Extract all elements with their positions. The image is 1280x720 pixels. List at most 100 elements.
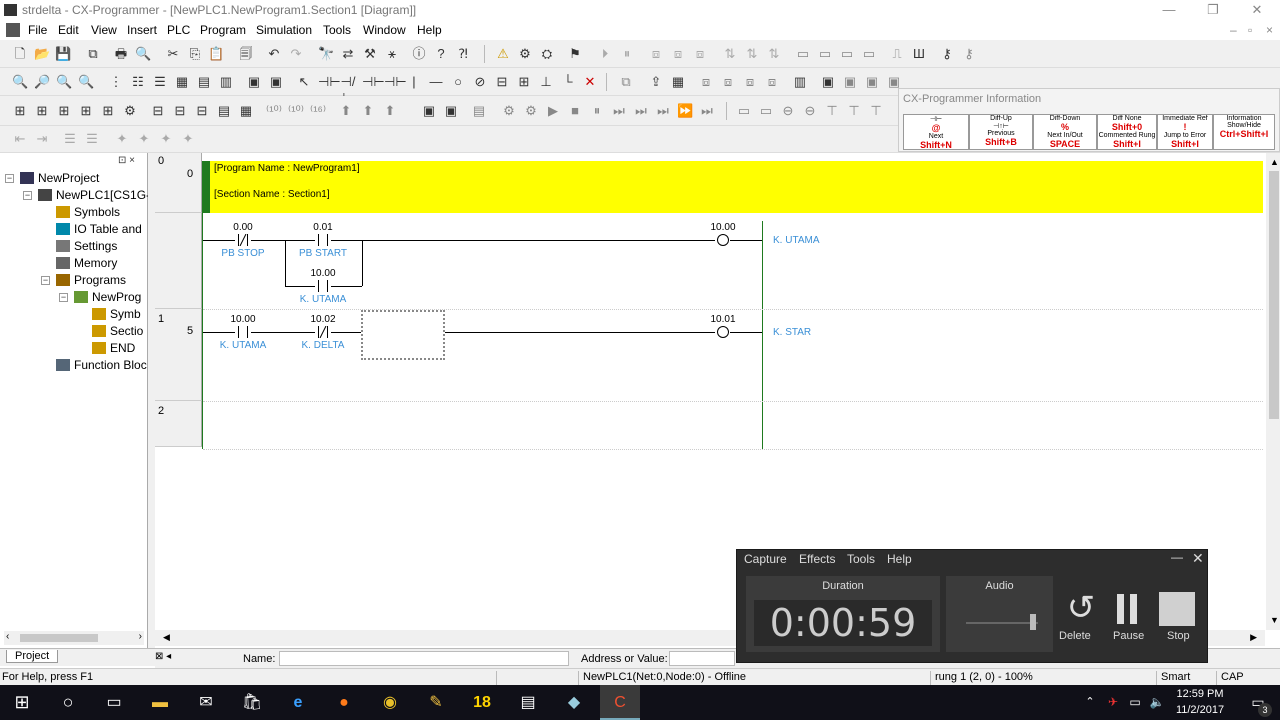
audio-slider-handle[interactable] [1030,614,1036,630]
sim-step-icon[interactable]: ⚙ [501,103,517,119]
pane-close-button[interactable]: ⊡ × [118,155,144,167]
stop-icon[interactable] [1159,592,1195,626]
tree-hscrollbar[interactable]: ‹ › [4,631,144,645]
online-icon[interactable]: ⧈ [698,74,714,90]
force2-icon[interactable]: ⬆ [360,103,376,119]
camtasia-icon[interactable]: C [600,685,640,720]
zoom-fit-icon[interactable]: 🔍 [12,74,28,90]
cursor-cell[interactable] [361,310,445,360]
zoom-out-icon[interactable]: 🔍 [56,74,72,90]
prog7-icon[interactable]: ⊟ [150,103,166,119]
window3-icon[interactable]: ▭ [839,46,855,62]
align-icon[interactable]: ☰ [62,131,78,147]
save-icon[interactable]: 💾 [55,46,71,62]
b1-icon[interactable]: ▭ [736,103,752,119]
scroll-left-icon[interactable]: ‹ [6,631,9,642]
menu-view[interactable]: View [91,23,117,37]
list-icon[interactable]: ☰ [152,74,168,90]
mdi-close-button[interactable]: × [1266,23,1273,37]
find-icon[interactable]: 🔭 [318,46,334,62]
play-icon[interactable]: ▶ [545,103,561,119]
scroll-right-icon[interactable]: › [139,631,142,642]
clock-date[interactable]: 11/2/2017 [1168,704,1232,716]
rung-icon[interactable]: ▣ [246,74,262,90]
editor-vscrollbar[interactable]: ▲ ▼ [1266,153,1280,630]
store-icon[interactable]: 🛍 [232,685,272,720]
online2-icon[interactable]: ⧈ [720,74,736,90]
nav-icons[interactable]: ⊠ ◂ [155,651,171,662]
rung-header-2[interactable]: 2 [155,401,202,447]
cross-ref-icon[interactable]: ⚹ [384,46,400,62]
scroll-thumb[interactable] [20,634,98,642]
prog2-icon[interactable]: ⊞ [34,103,50,119]
contact-nc[interactable] [315,326,331,338]
tray-volume-icon[interactable]: 🔈 [1146,685,1168,720]
online3-icon[interactable]: ⧈ [742,74,758,90]
close-button[interactable]: ✕ [1234,0,1280,20]
menu-edit[interactable]: Edit [58,23,79,37]
program-check-icon[interactable]: ⚑ [567,46,583,62]
prog10-icon[interactable]: ▤ [216,103,232,119]
tree-expander-icon[interactable]: − [41,276,50,285]
new-icon[interactable]: 🗋 [12,46,28,62]
fast-forward-icon[interactable]: ⏩ [677,103,693,119]
instruction-icon[interactable]: ⊟ [494,74,510,90]
step-in-icon[interactable]: ⏭ [633,103,649,119]
splitter[interactable] [148,153,155,650]
online-edit-icon[interactable]: ⧈ [648,46,664,62]
mdi-restore-button[interactable]: ▫ [1248,23,1252,37]
key-next[interactable]: ⊣⊢ @ Next Shift+N [903,114,969,150]
rec-minimize-button[interactable]: — [1171,550,1183,564]
hex16-icon[interactable]: ⁽¹⁶⁾ [310,103,326,119]
help-icon[interactable]: ? [433,46,449,62]
tray-network-icon[interactable]: ✈ [1102,685,1124,720]
grid-icon[interactable]: ⋮ [108,74,124,90]
file-explorer-icon[interactable]: ▬ [140,685,180,720]
scroll-up-icon[interactable]: ▲ [1270,157,1279,167]
comment-icon[interactable]: ☷ [130,74,146,90]
compile-icon[interactable]: ⛭ [539,46,555,62]
tree-expander-icon[interactable]: − [5,174,14,183]
address-input[interactable] [669,651,735,666]
bookmark3-icon[interactable]: ✦ [158,131,174,147]
paste-icon[interactable]: 📋 [208,46,224,62]
address-ref-icon[interactable]: ⚒ [362,46,378,62]
rec-close-button[interactable]: ✕ [1192,550,1204,567]
output-coil[interactable] [717,234,729,246]
notification-icon[interactable]: ▭ [1238,685,1278,720]
key-information[interactable]: Information Show/Hide Ctrl+Shift+I [1213,114,1275,150]
prog5-icon[interactable]: ⊞ [100,103,116,119]
rec-menu-capture[interactable]: Capture [744,552,787,566]
rung-header-0[interactable]: 0 0 [155,153,202,213]
indent-icon[interactable]: ⇤ [12,131,28,147]
menu-simulation[interactable]: Simulation [256,23,312,37]
sim2-icon[interactable]: ⚷ [961,46,977,62]
prog11-icon[interactable]: ▦ [238,103,254,119]
prog1-icon[interactable]: ⊞ [12,103,28,119]
rung-header-0b[interactable] [155,213,202,309]
align2-icon[interactable]: ☰ [84,131,100,147]
contact-no[interactable] [315,280,331,292]
info-icon[interactable]: ⓘ [411,46,427,62]
app-icon[interactable]: ✎ [416,685,456,720]
scroll-down-icon[interactable]: ▼ [1270,615,1279,625]
window4-icon[interactable]: ▭ [861,46,877,62]
upload-icon[interactable]: ⇪ [648,74,664,90]
monitor-on-icon[interactable]: ▣ [421,103,437,119]
cx-programmer-icon[interactable]: ▤ [508,685,548,720]
contact-or-icon[interactable]: ⊣⊢ [362,74,385,90]
replace-icon[interactable]: ⇄ [340,46,356,62]
clock-time[interactable]: 12:59 PM [1168,688,1232,700]
coil-icon[interactable]: ○ [450,74,466,90]
trace-icon[interactable]: ▤ [471,103,487,119]
b5-icon[interactable]: ⊤ [824,103,840,119]
instruction2-icon[interactable]: ⊞ [516,74,532,90]
hex10b-icon[interactable]: ⁽¹⁰⁾ [288,103,304,119]
delete-icon[interactable]: ↺ [1061,590,1101,626]
io-icon[interactable]: ⎍ [889,46,905,62]
force3-icon[interactable]: ⬆ [382,103,398,119]
window2-icon[interactable]: ▭ [817,46,833,62]
prog8-icon[interactable]: ⊟ [172,103,188,119]
monitor-icon[interactable]: ▦ [174,74,190,90]
compare-icon[interactable]: ⧉ [85,46,101,62]
